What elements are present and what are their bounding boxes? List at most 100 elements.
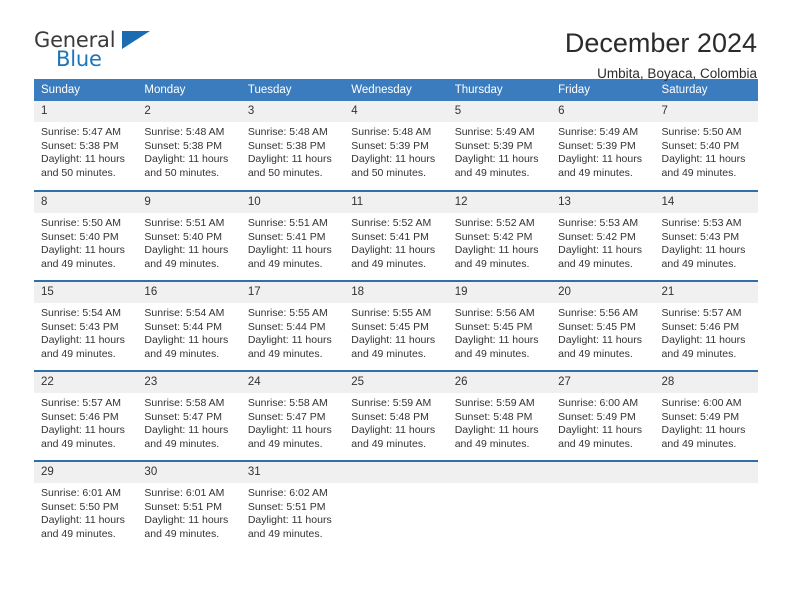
- calendar-day-cell[interactable]: 27 Sunrise: 6:00 AM Sunset: 5:49 PM Dayligh…: [551, 370, 655, 461]
- sunrise-text: Sunrise: 5:52 AM: [454, 217, 535, 229]
- sunrise-text: Sunrise: 5:59 AM: [351, 397, 432, 409]
- calendar-day-cell[interactable]: 7 Sunrise: 5:50 AM Sunset: 5:40 PM Daylight…: [654, 101, 758, 191]
- daylight-text-line2: and 49 minutes.: [144, 257, 220, 270]
- sunrise-text: Sunrise: 5:56 AM: [454, 307, 535, 319]
- daylight-text-line2: and 49 minutes.: [41, 527, 116, 540]
- calendar-day-cell[interactable]: 13 Sunrise: 5:53 AM Sunset: 5:42 PM Dayligh…: [551, 190, 655, 281]
- calendar-day-cell[interactable]: 10 Sunrise: 5:51 AM Sunset: 5:41 PM Dayligh…: [240, 190, 345, 281]
- daylight-text-line2: and 50 minutes.: [144, 166, 220, 179]
- sunset-text: Sunset: 5:39 PM: [351, 139, 429, 152]
- daylight-text-line2: and 49 minutes.: [661, 166, 737, 179]
- calendar-day-cell[interactable]: 3 Sunrise: 5:48 AM Sunset: 5:38 PM Daylight…: [240, 101, 345, 191]
- sunrise-text: Sunrise: 5:48 AM: [144, 126, 225, 138]
- sunrise-text: Sunrise: 5:53 AM: [661, 217, 742, 229]
- triangle-icon: [122, 31, 150, 49]
- daylight-text-line1: Daylight: 11 hours: [454, 244, 539, 257]
- sunrise-text: Sunrise: 5:47 AM: [41, 126, 121, 138]
- sunset-text: Sunset: 5:43 PM: [41, 320, 119, 333]
- daylight-text-line1: Daylight: 11 hours: [247, 514, 332, 527]
- calendar-week-row: 8 Sunrise: 5:50 AM Sunset: 5:40 PM Daylight…: [34, 190, 758, 281]
- day-number: 22: [34, 372, 138, 393]
- day-details: Sunrise: 5:58 AM Sunset: 5:47 PM Daylight:…: [137, 393, 240, 451]
- daylight-text-line1: Daylight: 11 hours: [144, 334, 229, 347]
- calendar-day-cell[interactable]: 17 Sunrise: 5:55 AM Sunset: 5:44 PM Dayligh…: [240, 280, 345, 371]
- sunrise-text: Sunrise: 5:51 AM: [144, 217, 225, 229]
- calendar-day-cell[interactable]: 22 Sunrise: 5:57 AM Sunset: 5:46 PM Dayligh…: [34, 370, 138, 461]
- calendar-day-cell[interactable]: 6 Sunrise: 5:49 AM Sunset: 5:39 PM Daylight…: [551, 101, 655, 191]
- calendar-day-cell[interactable]: 11 Sunrise: 5:52 AM Sunset: 5:41 PM Dayligh…: [344, 190, 448, 281]
- sunrise-text: Sunrise: 5:50 AM: [41, 217, 121, 229]
- daylight-text-line1: Daylight: 11 hours: [558, 334, 642, 347]
- daylight-text-line1: Daylight: 11 hours: [144, 514, 229, 527]
- day-details: Sunrise: 5:50 AM Sunset: 5:40 PM Daylight:…: [34, 213, 137, 271]
- day-number: [654, 462, 758, 483]
- calendar-day-cell[interactable]: 16 Sunrise: 5:54 AM Sunset: 5:44 PM Dayligh…: [137, 280, 241, 371]
- day-details: Sunrise: 5:49 AM Sunset: 5:39 PM Daylight:…: [448, 122, 551, 180]
- calendar-day-cell[interactable]: 31 Sunrise: 6:02 AM Sunset: 5:51 PM Dayligh…: [240, 460, 345, 551]
- calendar-day-cell[interactable]: 24 Sunrise: 5:58 AM Sunset: 5:47 PM Dayligh…: [240, 370, 345, 461]
- day-number: 3: [240, 101, 345, 122]
- day-number: 30: [137, 462, 241, 483]
- day-details: Sunrise: 5:59 AM Sunset: 5:48 PM Daylight:…: [448, 393, 551, 451]
- daylight-text-line1: Daylight: 11 hours: [144, 244, 229, 257]
- day-number: 29: [34, 462, 138, 483]
- calendar-day-cell[interactable]: 14 Sunrise: 5:53 AM Sunset: 5:43 PM Dayligh…: [654, 190, 758, 281]
- calendar-day-cell[interactable]: 9 Sunrise: 5:51 AM Sunset: 5:40 PM Daylight…: [137, 190, 241, 281]
- calendar-day-cell[interactable]: 23 Sunrise: 5:58 AM Sunset: 5:47 PM Dayligh…: [137, 370, 241, 461]
- calendar-day-cell-empty: [654, 460, 758, 551]
- weekday-header-tuesday: Tuesday: [240, 79, 345, 101]
- calendar-day-cell-empty: [447, 460, 552, 551]
- general-blue-logo[interactable]: General Blue: [34, 27, 154, 73]
- day-details: Sunrise: 5:51 AM Sunset: 5:40 PM Daylight:…: [137, 213, 240, 271]
- daylight-text-line2: and 49 minutes.: [661, 347, 737, 360]
- calendar-week-row: 1 Sunrise: 5:47 AM Sunset: 5:38 PM Daylight…: [34, 101, 758, 191]
- calendar-day-cell[interactable]: 30 Sunrise: 6:01 AM Sunset: 5:51 PM Dayligh…: [137, 460, 241, 551]
- daylight-text-line1: Daylight: 11 hours: [558, 424, 642, 437]
- daylight-text-line2: and 49 minutes.: [247, 437, 323, 450]
- day-details: Sunrise: 6:00 AM Sunset: 5:49 PM Daylight:…: [551, 393, 654, 451]
- sunset-text: Sunset: 5:40 PM: [661, 139, 740, 152]
- daylight-text-line2: and 49 minutes.: [41, 347, 116, 360]
- day-number: 27: [551, 372, 655, 393]
- calendar-day-cell[interactable]: 29 Sunrise: 6:01 AM Sunset: 5:50 PM Dayligh…: [34, 460, 138, 551]
- calendar-day-cell-empty: [551, 460, 655, 551]
- calendar-day-cell[interactable]: 2 Sunrise: 5:48 AM Sunset: 5:38 PM Daylight…: [137, 101, 241, 191]
- sunset-text: Sunset: 5:42 PM: [558, 230, 636, 243]
- calendar-day-cell[interactable]: 25 Sunrise: 5:59 AM Sunset: 5:48 PM Dayligh…: [344, 370, 448, 461]
- day-number: 26: [447, 372, 552, 393]
- calendar-week-row: 29 Sunrise: 6:01 AM Sunset: 5:50 PM Dayligh…: [34, 460, 758, 551]
- logo-text-blue: Blue: [56, 47, 102, 71]
- day-number: 16: [137, 282, 241, 303]
- calendar-day-cell[interactable]: 4 Sunrise: 5:48 AM Sunset: 5:39 PM Daylight…: [344, 101, 448, 191]
- calendar-day-cell[interactable]: 20 Sunrise: 5:56 AM Sunset: 5:45 PM Dayligh…: [551, 280, 655, 371]
- calendar-day-cell[interactable]: 1 Sunrise: 5:47 AM Sunset: 5:38 PM Daylight…: [34, 101, 138, 191]
- daylight-text-line1: Daylight: 11 hours: [558, 153, 642, 166]
- sunset-text: Sunset: 5:38 PM: [247, 139, 326, 152]
- daylight-text-line2: and 49 minutes.: [144, 437, 220, 450]
- calendar-day-cell[interactable]: 8 Sunrise: 5:50 AM Sunset: 5:40 PM Daylight…: [34, 190, 138, 281]
- daylight-text-line1: Daylight: 11 hours: [247, 153, 332, 166]
- day-details: Sunrise: 5:50 AM Sunset: 5:40 PM Daylight:…: [655, 122, 758, 180]
- calendar-day-cell[interactable]: 21 Sunrise: 5:57 AM Sunset: 5:46 PM Dayligh…: [654, 280, 758, 371]
- calendar-day-cell[interactable]: 19 Sunrise: 5:56 AM Sunset: 5:45 PM Dayligh…: [447, 280, 552, 371]
- sunrise-text: Sunrise: 5:48 AM: [247, 126, 328, 138]
- day-number: 28: [654, 372, 758, 393]
- day-details: Sunrise: 5:54 AM Sunset: 5:44 PM Daylight:…: [137, 303, 240, 361]
- day-details: Sunrise: 6:01 AM Sunset: 5:51 PM Daylight:…: [137, 483, 240, 541]
- day-number: 18: [344, 282, 448, 303]
- calendar-day-cell[interactable]: 15 Sunrise: 5:54 AM Sunset: 5:43 PM Dayligh…: [34, 280, 138, 371]
- calendar-day-cell[interactable]: 26 Sunrise: 5:59 AM Sunset: 5:48 PM Dayligh…: [447, 370, 552, 461]
- day-details: Sunrise: 5:52 AM Sunset: 5:41 PM Daylight:…: [344, 213, 447, 271]
- day-number: 8: [34, 192, 138, 213]
- sunrise-text: Sunrise: 5:55 AM: [247, 307, 328, 319]
- daylight-text-line1: Daylight: 11 hours: [454, 334, 539, 347]
- day-details: Sunrise: 5:55 AM Sunset: 5:44 PM Daylight:…: [241, 303, 344, 361]
- day-details: Sunrise: 5:57 AM Sunset: 5:46 PM Daylight:…: [655, 303, 758, 361]
- daylight-text-line2: and 49 minutes.: [247, 257, 323, 270]
- calendar-day-cell[interactable]: 12 Sunrise: 5:52 AM Sunset: 5:42 PM Dayligh…: [447, 190, 552, 281]
- calendar-day-cell[interactable]: 28 Sunrise: 6:00 AM Sunset: 5:49 PM Dayligh…: [654, 370, 758, 461]
- calendar-day-cell[interactable]: 18 Sunrise: 5:55 AM Sunset: 5:45 PM Dayligh…: [344, 280, 448, 371]
- daylight-text-line1: Daylight: 11 hours: [454, 424, 539, 437]
- sunrise-text: Sunrise: 5:56 AM: [558, 307, 639, 319]
- calendar-day-cell[interactable]: 5 Sunrise: 5:49 AM Sunset: 5:39 PM Daylight…: [447, 101, 552, 191]
